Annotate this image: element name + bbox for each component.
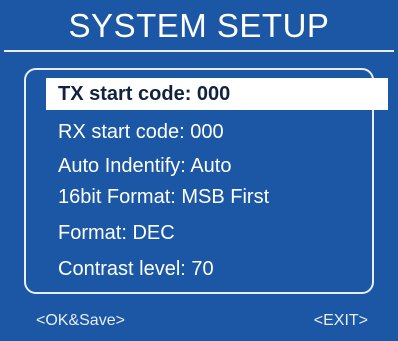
menu-item-16bit-format[interactable]: 16bit Format: MSB First <box>46 181 269 213</box>
menu-item-format[interactable]: Format: DEC <box>46 217 175 249</box>
title-divider <box>4 50 394 52</box>
system-setup-screen: SYSTEM SETUP TX start code: 000 RX start… <box>0 0 398 341</box>
menu-item-contrast-level[interactable]: Contrast level: 70 <box>46 253 214 285</box>
menu-item-rx-start-code[interactable]: RX start code: 000 <box>46 116 224 148</box>
menu-item-tx-start-code[interactable]: TX start code: 000 <box>46 78 388 110</box>
ok-save-button[interactable]: <OK&Save> <box>36 308 125 334</box>
page-title: SYSTEM SETUP <box>68 7 330 44</box>
menu-item-auto-identify[interactable]: Auto Indentify: Auto <box>46 150 231 182</box>
exit-button[interactable]: <EXIT> <box>314 308 368 334</box>
